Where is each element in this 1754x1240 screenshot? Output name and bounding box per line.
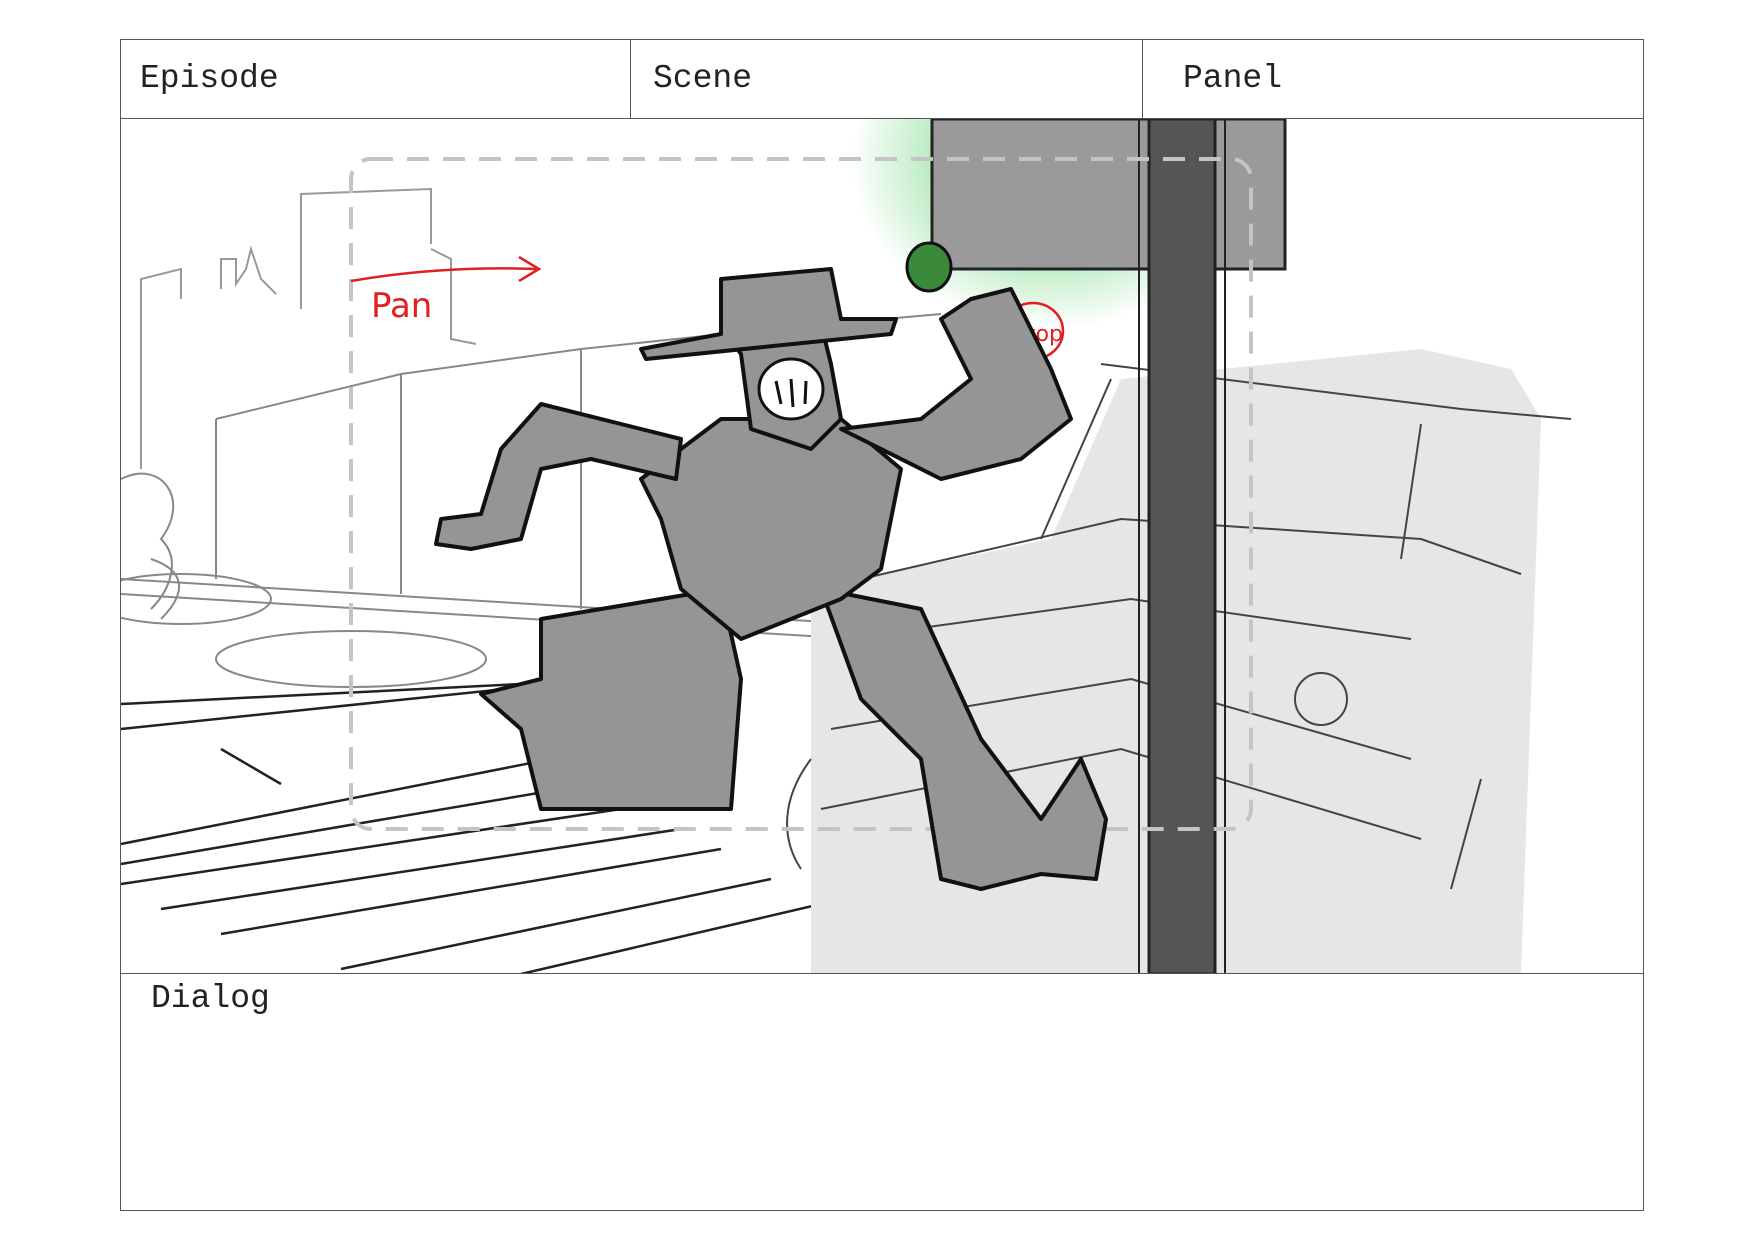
panel-field: Panel [1183, 60, 1283, 97]
episode-field: Episode [121, 40, 631, 118]
skyline-sketch [140, 187, 477, 469]
storyboard-sheet: Episode Scene Panel Pan Stop Dialog [120, 39, 1644, 1211]
storyboard-drawing: Pan Stop [121, 119, 1643, 974]
dialog-box: Dialog [121, 974, 1643, 1210]
pan-note: Pan [371, 286, 432, 326]
pan-arrow-note: Pan [350, 255, 542, 326]
panel-header: Episode Scene Panel [121, 40, 1643, 119]
scene-field: Scene [631, 40, 1143, 118]
sketch-canvas: Pan Stop [121, 119, 1572, 973]
dialog-label: Dialog [151, 980, 270, 1017]
